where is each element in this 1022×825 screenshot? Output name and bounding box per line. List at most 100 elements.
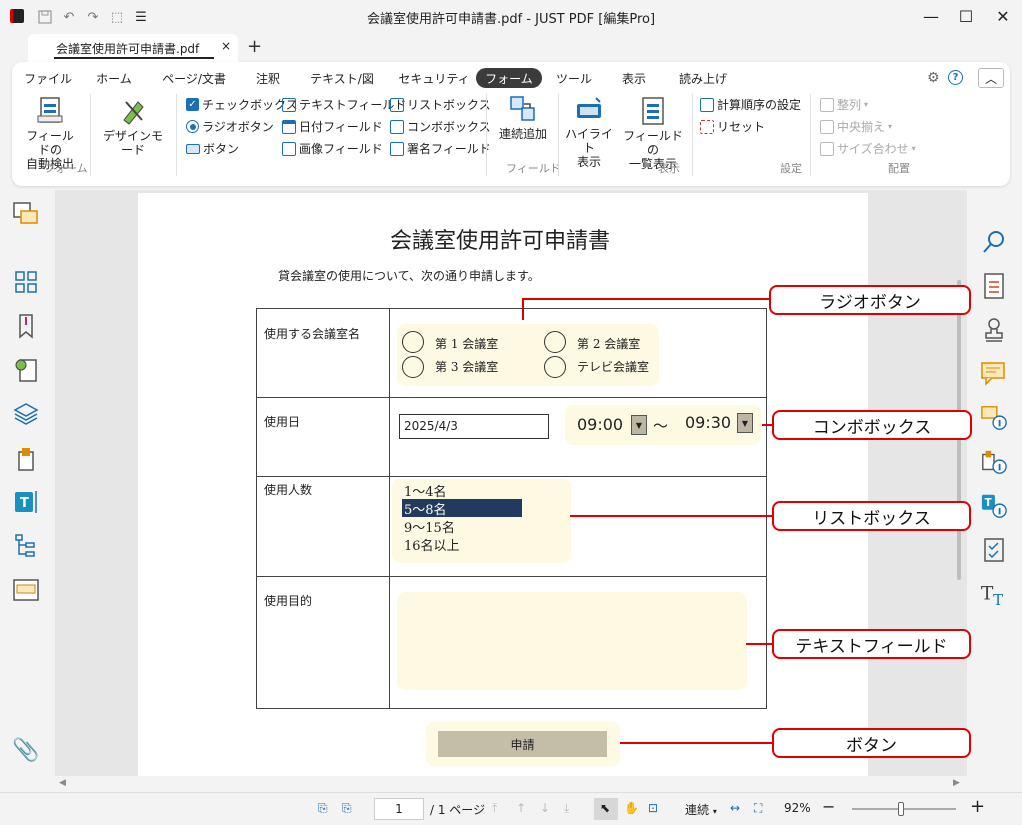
form-panel-icon[interactable] bbox=[12, 200, 40, 228]
font-size-icon[interactable]: TT bbox=[980, 580, 1008, 608]
layers-icon[interactable] bbox=[12, 400, 40, 428]
time-to-combo[interactable]: 09:30 bbox=[685, 413, 731, 432]
text-field-tool[interactable]: テキストフィールド bbox=[282, 96, 406, 113]
window-title: 会議室使用許可申請書.pdf - JUST PDF [編集Pro] bbox=[366, 12, 656, 27]
room-radio-4[interactable] bbox=[544, 356, 566, 378]
calc-order-button[interactable]: 計算順序の設定 bbox=[700, 96, 801, 113]
size-match-button[interactable]: サイズ合わせ ▾ bbox=[820, 140, 916, 157]
form-fields-panel-icon[interactable] bbox=[12, 576, 40, 604]
image-field-tool[interactable]: 画像フィールド bbox=[282, 140, 383, 157]
tab-view[interactable]: 表示 bbox=[614, 68, 654, 88]
tab-form[interactable]: フォーム bbox=[476, 68, 542, 88]
zoom-slider-thumb[interactable] bbox=[897, 802, 904, 816]
align-icon bbox=[820, 97, 834, 112]
ribbon-separator bbox=[692, 94, 693, 176]
tab-home[interactable]: ホーム bbox=[88, 68, 140, 88]
radio-icon bbox=[186, 120, 199, 133]
tab-security[interactable]: セキュリティ bbox=[394, 68, 474, 88]
compare-document-icon[interactable] bbox=[980, 272, 1008, 300]
fit-page-icon[interactable]: ⛶ bbox=[754, 801, 762, 816]
signature-field-tool[interactable]: 署名フィールド bbox=[390, 140, 491, 157]
view-mode-label: 連続 bbox=[685, 803, 710, 817]
zoom-in-button[interactable]: + bbox=[970, 796, 985, 817]
align-button[interactable]: 整列 ▾ bbox=[820, 96, 868, 113]
tab-annotation[interactable]: 注釈 bbox=[248, 68, 288, 88]
text-info-icon[interactable]: T bbox=[980, 492, 1008, 520]
horizontal-scrollbar[interactable]: ◀ ▶ bbox=[55, 776, 967, 790]
new-tab-button[interactable]: + bbox=[247, 36, 262, 57]
checklist-icon[interactable] bbox=[980, 536, 1008, 564]
list-item-selected[interactable]: 5～8名 bbox=[402, 499, 522, 518]
scroll-right-icon[interactable]: ▶ bbox=[953, 778, 960, 788]
list-item[interactable]: 16名以上 bbox=[402, 535, 522, 554]
scroll-left-icon[interactable]: ◀ bbox=[59, 778, 66, 788]
time-from-combo[interactable]: 09:00 bbox=[577, 415, 623, 434]
people-list-box[interactable]: 1～4名 5～8名 9～15名 16名以上 bbox=[392, 479, 571, 563]
combo-box-tool[interactable]: コンボボックス bbox=[390, 118, 491, 135]
next-page-icon[interactable]: ↓ bbox=[540, 801, 550, 815]
paperclip-icon[interactable]: 📎 bbox=[12, 736, 40, 764]
page-total: / 1 ページ bbox=[430, 803, 486, 817]
structure-tree-icon[interactable] bbox=[12, 532, 40, 560]
page-number-input[interactable]: 1 bbox=[374, 798, 424, 820]
room-radio-group: 第 1 会議室 第 2 会議室 第 3 会議室 テレビ会議室 bbox=[397, 324, 659, 386]
purpose-text-field[interactable] bbox=[397, 592, 747, 690]
last-page-icon[interactable]: ⤓ bbox=[564, 801, 569, 816]
next-view-icon[interactable]: ⎘ bbox=[342, 801, 352, 816]
marquee-zoom-icon[interactable]: ⊡ bbox=[648, 801, 658, 815]
close-window-button[interactable]: ✕ bbox=[980, 0, 1022, 32]
room-radio-1[interactable] bbox=[402, 331, 424, 353]
checkbox-tool[interactable]: ✓ チェックボックス bbox=[186, 96, 298, 113]
prev-page-icon[interactable]: ↑ bbox=[516, 801, 526, 815]
document-tab[interactable]: 会議室使用許可申請書.pdf × bbox=[28, 34, 238, 62]
button-tool[interactable]: ボタン bbox=[186, 140, 239, 157]
bookmark-icon[interactable] bbox=[12, 312, 40, 340]
list-item[interactable]: 9～15名 bbox=[402, 517, 522, 536]
tab-file[interactable]: ファイル bbox=[22, 68, 74, 88]
attachment-tags-icon[interactable] bbox=[12, 444, 40, 472]
highlight-button[interactable]: ハイライト 表示 bbox=[562, 96, 616, 169]
search-icon[interactable] bbox=[980, 228, 1008, 256]
radio-tool[interactable]: ラジオボタン bbox=[186, 118, 274, 135]
help-icon[interactable]: ? bbox=[948, 70, 963, 85]
text-box-icon[interactable]: T bbox=[12, 488, 40, 516]
room-label: 使用する会議室名 bbox=[264, 327, 361, 341]
room-radio-2[interactable] bbox=[544, 331, 566, 353]
table-divider bbox=[389, 309, 390, 708]
reset-button[interactable]: リセット bbox=[700, 118, 765, 135]
settings-gear-icon[interactable]: ⚙ bbox=[927, 70, 940, 86]
comment-info-icon[interactable] bbox=[980, 404, 1008, 432]
hand-tool-icon[interactable]: ✋ bbox=[624, 801, 639, 815]
tab-text-figure[interactable]: テキスト/図 bbox=[304, 68, 380, 88]
time-from-dropdown-arrow-icon[interactable]: ▼ bbox=[631, 415, 647, 435]
ribbon-separator bbox=[810, 94, 811, 176]
time-to-dropdown-arrow-icon[interactable]: ▼ bbox=[737, 413, 753, 433]
list-box-tool[interactable]: リストボックス bbox=[390, 96, 491, 113]
stamp-icon[interactable] bbox=[980, 316, 1008, 344]
align-label: 整列 bbox=[837, 98, 862, 112]
tab-page-document[interactable]: ページ/文書 bbox=[156, 68, 232, 88]
fit-width-icon[interactable]: ↔ bbox=[730, 801, 740, 815]
tab-read-aloud[interactable]: 読み上げ bbox=[674, 68, 732, 88]
attachment-info-icon[interactable] bbox=[980, 448, 1008, 476]
continuous-add-button[interactable]: 連続追加 bbox=[494, 94, 552, 141]
date-field-tool[interactable]: 日付フィールド bbox=[282, 118, 383, 135]
view-mode-dropdown[interactable]: 連続 ▾ bbox=[685, 801, 717, 818]
design-mode-label: デザインモード bbox=[102, 129, 163, 157]
previous-view-icon[interactable]: ⎘ bbox=[318, 801, 328, 816]
tab-tools[interactable]: ツール bbox=[554, 68, 594, 88]
annotation-list-icon[interactable] bbox=[12, 356, 40, 384]
first-page-icon[interactable]: ⤒ bbox=[492, 801, 497, 816]
zoom-out-button[interactable]: − bbox=[822, 797, 835, 816]
close-tab-icon[interactable]: × bbox=[221, 39, 231, 53]
date-input[interactable]: 2025/4/3 bbox=[399, 414, 549, 439]
comment-icon[interactable] bbox=[980, 360, 1008, 388]
collapse-ribbon-button[interactable]: ︿ bbox=[978, 68, 1004, 88]
center-align-button[interactable]: 中央揃え ▾ bbox=[820, 118, 892, 135]
zoom-slider-track[interactable] bbox=[852, 802, 956, 816]
submit-button[interactable]: 申請 bbox=[438, 731, 607, 757]
room-radio-3[interactable] bbox=[402, 356, 424, 378]
design-mode-button[interactable]: デザインモード bbox=[98, 96, 168, 157]
list-item[interactable]: 1～4名 bbox=[402, 481, 522, 500]
thumbnails-icon[interactable] bbox=[12, 268, 40, 296]
